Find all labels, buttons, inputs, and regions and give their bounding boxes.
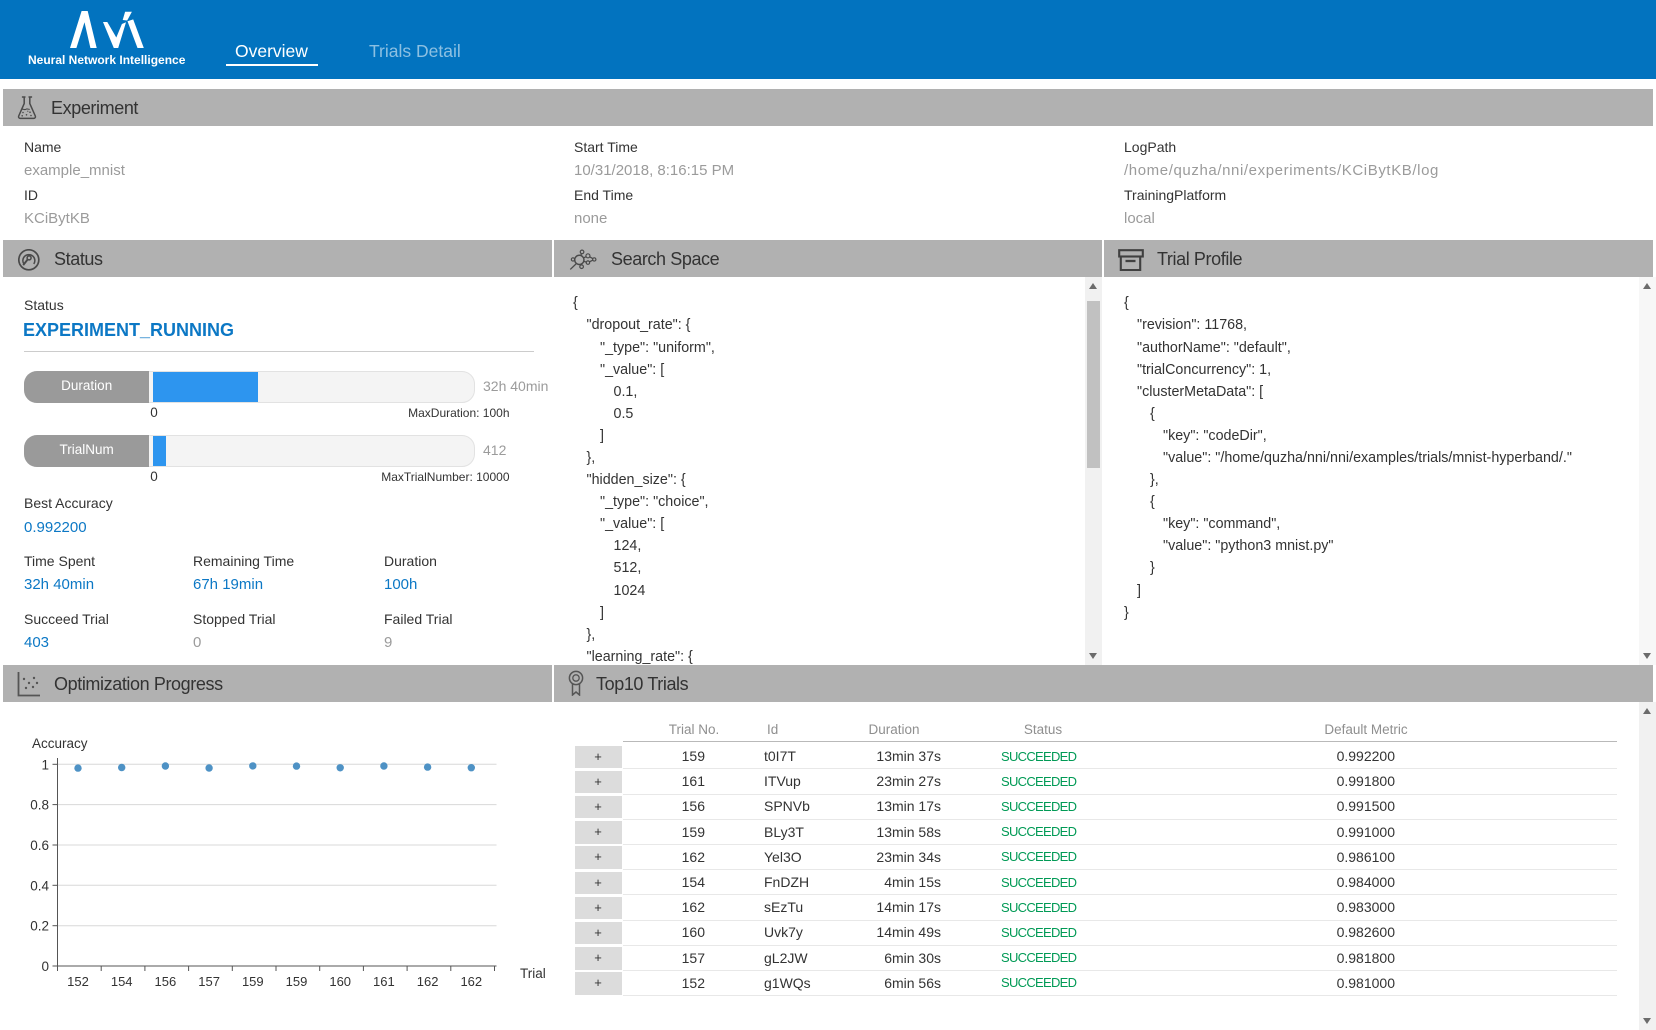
svg-text:Trial: Trial bbox=[520, 966, 546, 981]
svg-text:152: 152 bbox=[67, 974, 89, 989]
svg-text:154: 154 bbox=[111, 974, 133, 989]
svg-text:0.4: 0.4 bbox=[30, 878, 49, 893]
svg-text:0.6: 0.6 bbox=[30, 838, 49, 853]
svg-text:160: 160 bbox=[329, 974, 351, 989]
svg-text:Accuracy: Accuracy bbox=[32, 736, 88, 751]
svg-text:162: 162 bbox=[460, 974, 482, 989]
svg-text:1: 1 bbox=[41, 757, 49, 772]
svg-text:161: 161 bbox=[373, 974, 395, 989]
svg-text:162: 162 bbox=[417, 974, 439, 989]
svg-text:159: 159 bbox=[242, 974, 264, 989]
svg-text:159: 159 bbox=[286, 974, 308, 989]
svg-text:0.8: 0.8 bbox=[30, 798, 49, 813]
svg-text:0.2: 0.2 bbox=[30, 919, 49, 934]
svg-text:0: 0 bbox=[41, 959, 49, 974]
svg-text:156: 156 bbox=[155, 974, 177, 989]
svg-text:157: 157 bbox=[198, 974, 220, 989]
